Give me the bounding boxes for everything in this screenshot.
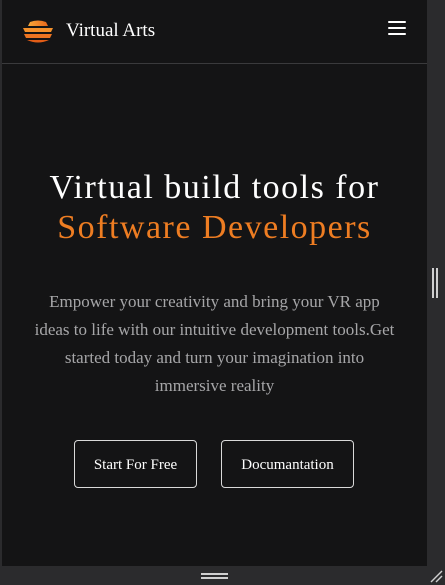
hero-description: Empower your creativity and bring your V… bbox=[34, 292, 395, 395]
documentation-button[interactable]: Documantation bbox=[221, 440, 354, 488]
hero-title-line1: Virtual build tools for bbox=[49, 169, 380, 206]
hero-title-highlight: Software Developers bbox=[57, 209, 372, 246]
bottom-resize-handle[interactable] bbox=[201, 572, 228, 581]
brand-name[interactable]: Virtual Arts bbox=[66, 18, 155, 44]
start-for-free-button[interactable]: Start For Free bbox=[74, 440, 197, 488]
stacked-layers-logo-icon[interactable] bbox=[20, 19, 56, 45]
side-resize-handle[interactable] bbox=[431, 268, 440, 298]
app-window: Virtual Arts Virtual build tools for Sof… bbox=[0, 0, 445, 585]
page-viewport: Virtual Arts Virtual build tools for Sof… bbox=[2, 0, 427, 566]
navbar: Virtual Arts bbox=[2, 0, 427, 64]
hamburger-menu-icon[interactable] bbox=[388, 19, 406, 37]
resize-grip-icon[interactable] bbox=[429, 569, 443, 583]
hero-title: Virtual build tools for Software Develop… bbox=[2, 168, 427, 248]
